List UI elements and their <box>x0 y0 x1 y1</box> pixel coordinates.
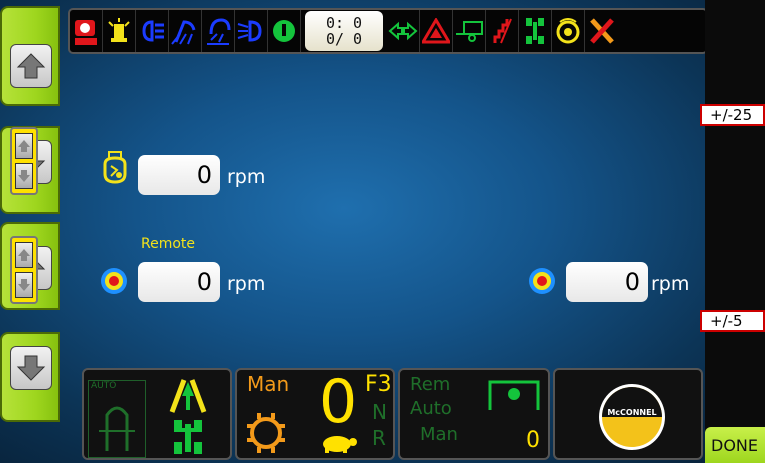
headlight-icon[interactable] <box>136 10 169 52</box>
step-size-fine: +/-5 <box>700 310 765 332</box>
green-indicator-icon[interactable] <box>268 10 301 52</box>
counter-line-1: 0: 0 <box>325 14 363 32</box>
axle-icon[interactable] <box>519 10 552 52</box>
row1-up-button[interactable] <box>15 133 33 159</box>
engine-speed-unit: rpm <box>227 166 266 188</box>
stairs-icon[interactable] <box>486 10 519 52</box>
transmission-mode: Man <box>247 372 290 396</box>
work-light-front-icon[interactable] <box>169 10 202 52</box>
row2-down-button[interactable] <box>15 272 33 298</box>
hitch-man-label: Man <box>420 424 458 445</box>
brand-logo-panel[interactable]: McCONNEL <box>553 368 703 460</box>
done-button[interactable]: DONE <box>705 427 765 463</box>
upper-increase-button[interactable] <box>0 6 60 106</box>
fault-tools-icon[interactable] <box>585 10 618 52</box>
row2-adjust-pair <box>10 236 38 304</box>
hitch-value: 0 <box>526 428 540 453</box>
engine-speed-icon <box>100 150 130 190</box>
trailer-icon[interactable] <box>453 10 486 52</box>
steering-mode-icon <box>164 376 212 458</box>
hitch-control-panel[interactable]: Rem Auto Man 0 <box>398 368 550 460</box>
trip-counter: 0: 0 0/ 0 <box>305 11 383 51</box>
lower-decrease-button[interactable] <box>0 332 60 422</box>
target-icon <box>527 266 557 300</box>
logo-text: McCONNEL <box>607 408 656 417</box>
step-size-coarse: +/-25 <box>700 104 765 126</box>
remote-speed-field[interactable]: 0 <box>138 262 220 302</box>
transmission-panel[interactable]: Man 0 F3 N R <box>235 368 395 460</box>
work-light-rear-icon[interactable] <box>202 10 235 52</box>
reverse-label: R <box>372 426 386 450</box>
power-takeoff-icon[interactable] <box>552 10 585 52</box>
hazard-icon[interactable] <box>420 10 453 52</box>
hitch-gear-icon <box>486 376 542 416</box>
secondary-speed-field[interactable]: 0 <box>566 262 648 302</box>
mcconnel-logo: McCONNEL <box>597 382 667 456</box>
gear-label: F3 <box>365 372 392 397</box>
arrow-down-icon <box>10 346 52 390</box>
neutral-label: N <box>372 400 387 424</box>
auto-label: AUTO <box>91 381 117 391</box>
tortoise-icon <box>317 430 359 458</box>
status-bar: 0: 0 0/ 0 <box>68 8 708 54</box>
row1-down-button[interactable] <box>15 163 33 189</box>
row1-adjust-pair <box>10 127 38 195</box>
counter-line-2: 0/ 0 <box>325 30 363 48</box>
auto-steer-box: AUTO <box>88 380 146 458</box>
hitch-rem-label: Rem <box>410 374 451 395</box>
turn-signal-icon[interactable] <box>387 10 420 52</box>
engine-speed-field[interactable]: 0 <box>138 155 220 195</box>
engine-unit-icon[interactable] <box>70 10 103 52</box>
arrow-up-icon <box>10 44 52 88</box>
hitch-auto-label: Auto <box>410 398 452 419</box>
remote-label: Remote <box>141 236 196 252</box>
secondary-speed-unit: rpm <box>651 273 690 295</box>
beacon-light-icon[interactable] <box>103 10 136 52</box>
remote-speed-unit: rpm <box>227 273 266 295</box>
rear-light-icon[interactable] <box>235 10 268 52</box>
clutch-gear-icon <box>243 410 289 458</box>
row2-up-button[interactable] <box>15 242 33 268</box>
target-icon <box>99 266 129 300</box>
steering-mode-panel[interactable]: AUTO <box>82 368 232 460</box>
right-control-column <box>705 0 765 463</box>
